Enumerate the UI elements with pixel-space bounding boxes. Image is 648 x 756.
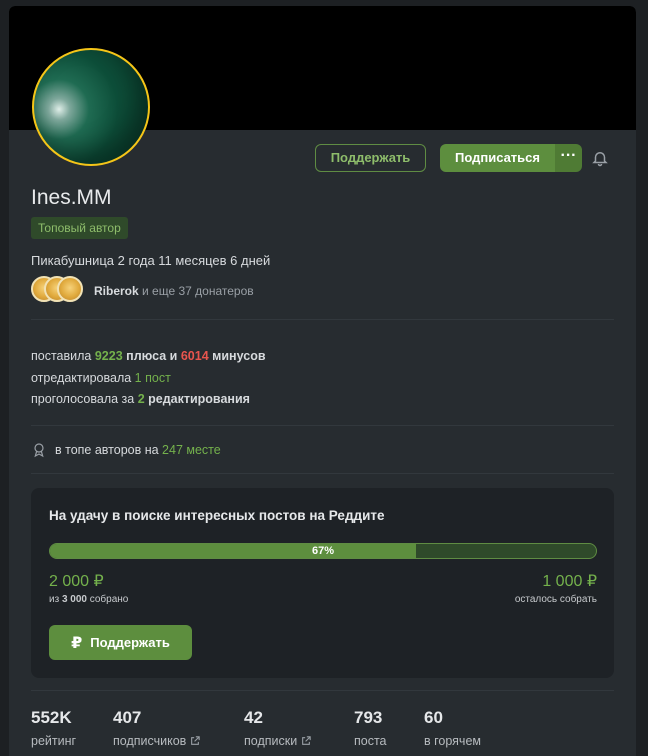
- support-button[interactable]: Поддержать: [315, 144, 426, 172]
- fundraiser-support-button[interactable]: ₽ Поддержать: [49, 625, 192, 660]
- external-link-icon: [191, 736, 201, 745]
- stat-label: рейтинг: [31, 734, 77, 748]
- ruble-icon: ₽: [71, 634, 83, 652]
- progress-label: 67%: [311, 545, 335, 557]
- stat-value: 793: [354, 708, 383, 727]
- stat-label: подписки: [244, 734, 311, 748]
- stat-posts[interactable]: 793 поста: [354, 708, 387, 748]
- edited-link[interactable]: 1 пост: [135, 371, 171, 385]
- profile-username: Ines.MM: [31, 186, 112, 209]
- donors-text: Riberok и еще 37 донатеров: [94, 284, 254, 298]
- stat-hot[interactable]: 60 в горячем: [424, 708, 481, 748]
- stat-label-text: подписки: [244, 734, 298, 748]
- remaining-amount: 1 000 ₽: [542, 573, 597, 590]
- goal-amount: 3 000: [61, 594, 87, 605]
- stat-value: 60: [424, 708, 443, 727]
- votes-prefix: проголосовала за: [31, 392, 138, 406]
- fundraiser-support-label: Поддержать: [90, 635, 170, 650]
- more-options-button[interactable]: ···: [555, 144, 582, 172]
- fundraiser-title: На удачу в поиске интересных постов на Р…: [49, 508, 385, 523]
- stat-subscribers[interactable]: 407 подписчиков: [113, 708, 201, 748]
- ratings-prefix: поставила: [31, 349, 95, 363]
- top-place-link[interactable]: 247 месте: [162, 443, 221, 457]
- top-authors-row: в топе авторов на 247 месте: [31, 442, 221, 458]
- edited-prefix: отредактировала: [31, 370, 135, 385]
- profile-stats: 552K рейтинг 407 подписчиков 42 подписки…: [31, 708, 614, 756]
- stat-label: поста: [354, 734, 387, 748]
- stat-label: в горячем: [424, 734, 481, 748]
- votes-line: проголосовала за 2 редактирования: [31, 389, 266, 411]
- ratings-mid: плюса и: [122, 349, 181, 363]
- stat-value: 552K: [31, 708, 72, 727]
- stat-label-text: подписчиков: [113, 734, 187, 748]
- divider: [31, 473, 614, 474]
- caption-suffix: собрано: [86, 594, 129, 605]
- pluses-count: 9223: [94, 349, 123, 363]
- caption-prefix: из: [49, 594, 62, 605]
- fundraiser-progress-bar: 67%: [49, 543, 597, 559]
- votes-suffix: редактирования: [144, 392, 250, 406]
- fundraiser-card: На удачу в поиске интересных постов на Р…: [31, 488, 614, 678]
- divider: [31, 690, 614, 691]
- collected-caption: из 3 000 собрано: [49, 594, 128, 605]
- votes-count: 2: [137, 392, 145, 406]
- top-prefix: в топе авторов на: [55, 443, 163, 457]
- stat-rating: 552K рейтинг: [31, 708, 76, 748]
- stat-subscriptions[interactable]: 42 подписки: [244, 708, 311, 748]
- minuses-count: 6014: [180, 349, 209, 363]
- activity-stats: поставила 9223 плюса и 6014 минусов отре…: [31, 346, 266, 411]
- edited-line: отредактировала 1 пост: [31, 368, 266, 390]
- ratings-suffix: минусов: [208, 349, 266, 363]
- divider: [31, 425, 614, 426]
- external-link-icon: [302, 736, 311, 745]
- bell-icon[interactable]: [591, 149, 609, 167]
- avatar[interactable]: [32, 48, 150, 166]
- collected-amount: 2 000 ₽: [49, 573, 104, 590]
- remaining-caption: осталось собрать: [514, 594, 597, 605]
- ratings-line: поставила 9223 плюса и 6014 минусов: [31, 346, 266, 368]
- subscribe-button[interactable]: Подписаться: [440, 144, 555, 172]
- stat-label: подписчиков: [113, 734, 201, 748]
- donor-name[interactable]: Riberok: [94, 284, 139, 298]
- stat-value: 407: [113, 708, 142, 727]
- award-icon: [34, 443, 44, 458]
- stat-value: 42: [244, 708, 263, 727]
- member-since: Пикабушница 2 года 11 месяцев 6 дней: [31, 253, 271, 268]
- divider: [31, 319, 614, 320]
- profile-card: Поддержать Подписаться ··· Ines.MM Топов…: [9, 6, 636, 756]
- top-author-badge: Топовый автор: [31, 217, 128, 239]
- donors-rest: и еще 37 донатеров: [138, 284, 254, 298]
- donor-avatar: [57, 276, 83, 302]
